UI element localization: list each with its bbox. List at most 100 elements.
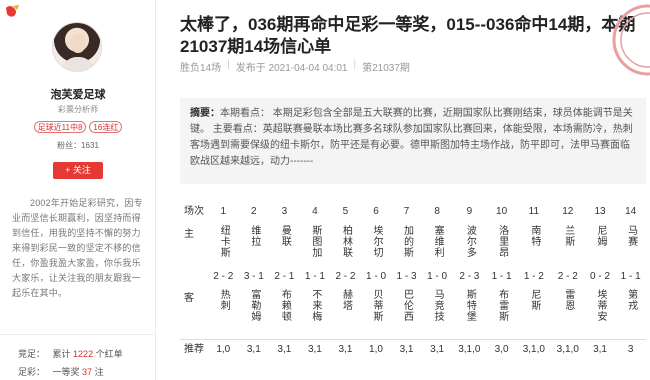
home-team-cell: 塞维利: [422, 221, 453, 269]
score-cell-text: 2 - 2: [557, 271, 578, 282]
achievement-badges: 足球近11中8 16连红: [0, 121, 156, 133]
meta-separator: |: [227, 59, 230, 70]
home-team-cell-text: 维拉: [248, 225, 260, 247]
recommend-cell-text: 3,1,0: [556, 343, 579, 355]
score-cell-text: 0 - 2: [590, 271, 611, 282]
home-team-cell-text: 波尔多: [464, 225, 476, 258]
home-team-cell: 兰斯: [551, 221, 585, 269]
match-number-cell: 3: [269, 203, 300, 221]
match-number-cell-text: 7: [403, 206, 410, 217]
away-team-cell-text: 埃蒂安: [595, 289, 607, 322]
meta-category[interactable]: 胜负14场: [180, 59, 221, 74]
match-number-cell: 10: [486, 203, 517, 221]
recommend-cell-text: 3,1: [399, 343, 414, 355]
match-number-cell: 2: [239, 203, 270, 221]
label-away: 客: [184, 293, 194, 304]
home-team-cell-text: 马赛: [625, 225, 637, 247]
site-logo-icon[interactable]: [4, 4, 20, 18]
match-number-cell-text: 3: [281, 206, 288, 217]
home-team-cell-text: 兰斯: [562, 225, 574, 247]
table-row-match-no: 场次 1 2 3 4 5 6 7 8 9 10 11 12 13 14: [180, 203, 646, 221]
recommend-cell-text: 3,1: [593, 343, 607, 355]
recommend-cell-text: 3,1: [430, 343, 445, 355]
away-team-cell: 富勒姆: [239, 285, 270, 339]
recommend-cell-text: 1,0: [369, 343, 383, 355]
recommend-cell: 3,1: [391, 338, 422, 360]
away-team-cell: 不来梅: [300, 285, 331, 339]
match-number-cell: 6: [361, 203, 392, 221]
recommend-cell-text: 1,0: [216, 343, 231, 355]
summary-text: 本期看点： 本期足彩包含全部是五大联赛的比赛，近期国家队比赛刚结束，球员体能调节…: [190, 108, 633, 167]
away-team-cell-text: 贝蒂斯: [371, 289, 382, 322]
away-team-cell: 热刺: [208, 285, 239, 339]
away-team-cell-text: 布赖顿: [279, 289, 291, 322]
home-team-cell-text: 洛里昂: [496, 225, 508, 258]
table-row-home: 主 纽卡斯 维拉 曼联 斯图加 柏林联 埃尔切 加的斯 塞维利 波尔多 洛里昂 南特 兰斯 尼姆 马赛: [180, 221, 646, 269]
match-number-cell-text: 5: [342, 206, 349, 217]
away-team-cell: 巴伦西: [391, 285, 422, 339]
match-number-cell: 1: [208, 203, 239, 221]
away-team-cell: 贝蒂斯: [361, 285, 392, 339]
score-cell-text: 2 - 3: [459, 271, 480, 282]
score-cell-text: 1 - 3: [396, 271, 417, 282]
away-team-cell: 雷恩: [551, 285, 585, 339]
winning-stamp-icon: [612, 4, 650, 76]
recommend-cell: 3,1,0: [452, 338, 487, 360]
home-team-cell-text: 尼姆: [595, 225, 607, 247]
match-number-cell: 8: [422, 203, 453, 221]
away-team-cell-text: 富勒姆: [248, 289, 260, 322]
home-team-cell: 洛里昂: [486, 221, 517, 269]
score-cell: 1 - 0: [422, 269, 453, 285]
recommend-cell: 3,1: [269, 338, 300, 360]
score-cell: 2 - 2: [330, 269, 361, 285]
avatar[interactable]: [52, 22, 102, 72]
match-number-cell-text: 14: [625, 206, 637, 217]
home-team-cell: 纽卡斯: [208, 221, 239, 269]
away-team-cell: 马竞技: [422, 285, 453, 339]
article-summary: 摘要：本期看点： 本期足彩包含全部是五大联赛的比赛，近期国家队比赛刚结束，球员体…: [180, 98, 646, 184]
score-cell: 2 - 2: [551, 269, 585, 285]
score-cell: 2 - 2: [208, 269, 239, 285]
score-cell: 2 - 3: [452, 269, 486, 285]
match-number-cell-text: 11: [528, 206, 540, 217]
home-team-cell: 埃尔切: [361, 221, 392, 269]
recommend-cell-text: 3,1,0: [522, 343, 545, 355]
score-cell-text: 3 - 1: [243, 271, 264, 282]
recommend-cell: 1,0: [208, 338, 239, 360]
badge-hit-rate: 足球近11中8: [33, 121, 87, 133]
score-cell-text: 1 - 1: [620, 271, 641, 282]
away-team-cell-text: 马竞技: [432, 289, 444, 322]
match-number-cell: 7: [391, 203, 422, 221]
home-team-cell: 马赛: [615, 221, 646, 269]
recommend-cell: 3,1: [421, 338, 453, 360]
score-cell: 3 - 1: [239, 269, 270, 285]
follow-button[interactable]: + 关注: [53, 162, 103, 179]
user-role: 彩票分析师: [58, 105, 98, 114]
home-team-cell-text: 南特: [528, 225, 540, 247]
away-team-cell-text: 尼斯: [528, 289, 540, 311]
table-row-away: 客 热刺 富勒姆 布赖顿 不来梅 赫塔 贝蒂斯 巴伦西 马竞技 斯特堡 布雷斯 尼斯 雷恩 埃蒂安 第戎: [180, 285, 646, 339]
score-cell-text: 1 - 1: [304, 271, 325, 282]
match-number-cell-text: 1: [220, 206, 227, 217]
home-team-cell-text: 柏林联: [340, 225, 352, 258]
away-team-cell-text: 不来梅: [309, 289, 321, 322]
recommend-cell-text: 3: [627, 343, 634, 355]
badge-streak: 16连红: [89, 121, 123, 133]
match-table: 场次 1 2 3 4 5 6 7 8 9 10 11 12 13 14 主 纽卡斯 维拉 曼联 斯图加 柏林联 埃尔…: [180, 203, 646, 360]
stat-first-prize: 足彩： 一等奖 37 注: [18, 367, 104, 377]
recommend-cell-text: 3,1: [338, 343, 353, 355]
recommend-cell: 3,1,0: [516, 338, 551, 360]
username[interactable]: 泡芙爱足球: [0, 86, 156, 102]
score-cell-text: 2 - 2: [213, 271, 234, 282]
home-team-cell: 斯图加: [300, 221, 331, 269]
match-number-cell-text: 6: [373, 206, 379, 217]
article-main: 太棒了，036期再命中足彩一等奖，015--036命中14期，本期21037期1…: [176, 0, 650, 380]
recommend-cell: 1,0: [360, 338, 392, 360]
away-team-cell: 尼斯: [517, 285, 551, 339]
recommend-cell: 3,1: [584, 338, 616, 360]
match-number-cell: 11: [517, 203, 551, 221]
stat-total-hits: 竞足： 累计 1222 个红单: [18, 349, 123, 359]
score-cell: 1 - 1: [300, 269, 331, 285]
label-recommend: 推荐: [180, 338, 208, 360]
fans-count: 粉丝：1631: [57, 141, 99, 150]
